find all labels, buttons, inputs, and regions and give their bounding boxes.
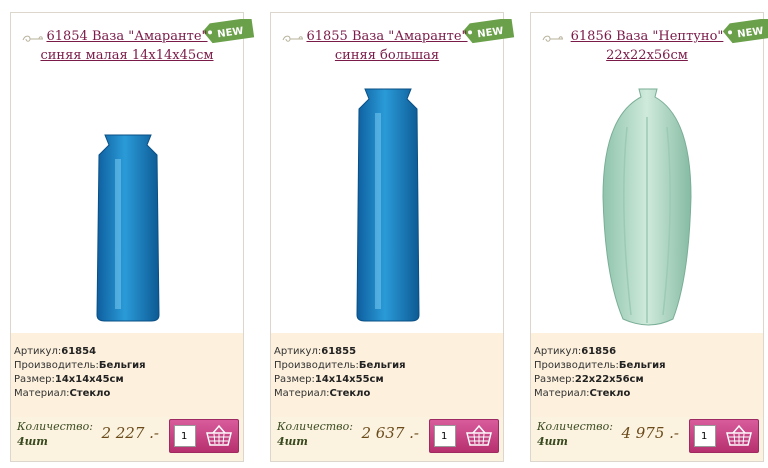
product-image[interactable] [11, 87, 243, 333]
article-line: Артикул:61855 [274, 346, 357, 357]
product-title-link[interactable]: 61854 Ваза "Амаранте" синяя малая 14х14х… [39, 27, 215, 65]
size-line: Размер:14х14х45см [14, 374, 124, 385]
price: 2 227 .- [101, 424, 159, 442]
product-info-panel: Артикул:61856 Производитель:Бельгия Разм… [531, 333, 763, 417]
size-line: Размер:14х14х55см [274, 374, 384, 385]
material-line: Материал:Стекло [274, 388, 371, 399]
quantity-label: Количество: [17, 420, 93, 433]
article-line: Артикул:61854 [14, 346, 97, 357]
material-line: Материал:Стекло [534, 388, 631, 399]
quantity-unit: 4шт [277, 435, 308, 448]
vase-image [356, 88, 420, 322]
size-line: Размер:22х22х56см [534, 374, 644, 385]
product-info-panel: Артикул:61854 Производитель:Бельгия Разм… [11, 333, 243, 417]
maker-line: Производитель:Бельгия [534, 360, 666, 371]
product-card: NEW 61856 Ваза "Нептуно" 22х22х56см Арти… [530, 12, 768, 462]
quantity-input[interactable] [434, 425, 456, 447]
purchase-bar: Количество: 4шт 4 975 .- [531, 417, 763, 461]
quantity-label: Количество: [537, 420, 613, 433]
price: 2 637 .- [361, 424, 419, 442]
product-card: NEW 61855 Ваза "Амаранте" синяя большая … [270, 12, 515, 462]
product-title-link[interactable]: 61856 Ваза "Нептуно" 22х22х56см [559, 27, 735, 65]
maker-line: Производитель:Бельгия [274, 360, 406, 371]
price: 4 975 .- [621, 424, 679, 442]
purchase-bar: Количество: 4шт 2 637 .- [271, 417, 503, 461]
basket-icon[interactable] [204, 424, 234, 448]
vase-image [602, 88, 692, 326]
material-line: Материал:Стекло [14, 388, 111, 399]
quantity-input[interactable] [694, 425, 716, 447]
add-to-cart-box [169, 419, 239, 453]
purchase-bar: Количество: 4шт 2 227 .- [11, 417, 243, 461]
add-to-cart-box [689, 419, 759, 453]
quantity-unit: 4шт [537, 435, 568, 448]
basket-icon[interactable] [724, 424, 754, 448]
quantity-label: Количество: [277, 420, 353, 433]
maker-line: Производитель:Бельгия [14, 360, 146, 371]
product-card: NEW 61854 Ваза "Амаранте" синяя малая 14… [10, 12, 255, 462]
basket-icon[interactable] [464, 424, 494, 448]
product-image[interactable] [531, 87, 763, 333]
quantity-unit: 4шт [17, 435, 48, 448]
add-to-cart-box [429, 419, 499, 453]
product-info-panel: Артикул:61855 Производитель:Бельгия Разм… [271, 333, 503, 417]
article-line: Артикул:61856 [534, 346, 617, 357]
quantity-input[interactable] [174, 425, 196, 447]
product-image[interactable] [271, 87, 503, 333]
vase-image [96, 134, 160, 322]
product-title-link[interactable]: 61855 Ваза "Амаранте" синяя большая [299, 27, 475, 65]
